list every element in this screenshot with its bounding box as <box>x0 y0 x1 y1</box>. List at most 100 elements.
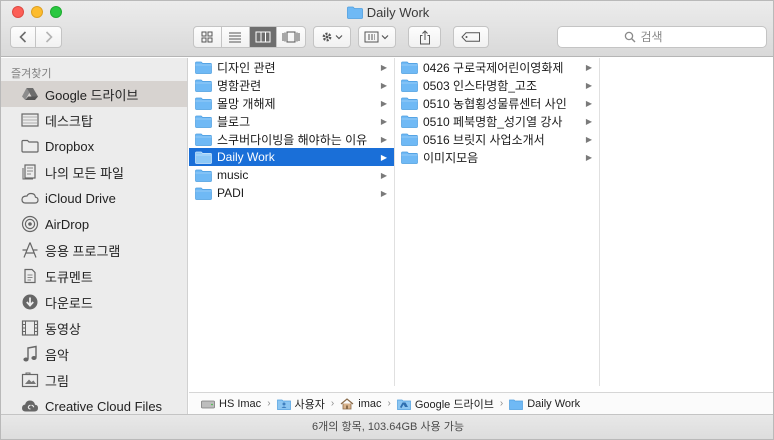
search-icon <box>624 31 635 43</box>
navigation-buttons <box>10 26 62 48</box>
arrange-icon <box>364 31 389 43</box>
item-name: 디자인 관련 <box>217 60 276 75</box>
folder-icon <box>20 137 40 155</box>
path-segment-users[interactable]: 사용자 <box>276 396 325 412</box>
list-item[interactable]: 스쿠버다이빙을 해야하는 이유 ▶ <box>189 130 394 148</box>
list-item[interactable]: 이미지모음 ▶ <box>395 148 599 166</box>
cover-flow-button[interactable] <box>277 27 305 47</box>
icon-view-icon <box>201 31 213 43</box>
folder-icon <box>195 97 212 110</box>
path-segment-label: 사용자 <box>294 398 325 411</box>
disclosure-arrow-icon: ▶ <box>585 152 593 162</box>
google-drive-icon <box>396 399 411 410</box>
sidebar-item-airdrop[interactable]: AirDrop <box>1 211 187 237</box>
airdrop-icon <box>20 215 40 233</box>
sidebar-item-label: 다운로드 <box>45 295 93 311</box>
home-icon <box>340 397 354 409</box>
list-item[interactable]: 0503 인스타명함_고조 ▶ <box>395 76 599 94</box>
list-item-selected[interactable]: Daily Work ▶ <box>189 148 394 166</box>
disclosure-arrow-icon: ▶ <box>380 170 388 180</box>
chevron-right-icon: › <box>330 398 335 409</box>
finder-window: Daily Work 검색 즐겨찾기 Google 드라이브 데스크탑 Drop… <box>0 0 774 440</box>
item-name: Daily Work <box>217 150 275 164</box>
column-view-button[interactable] <box>249 27 278 47</box>
list-item[interactable]: 0516 브릿지 사업소개서 ▶ <box>395 130 599 148</box>
all-files-icon <box>20 163 40 181</box>
item-name: 몰망 개해제 <box>217 96 276 111</box>
window-title: Daily Work <box>1 5 773 20</box>
icon-view-button[interactable] <box>194 27 222 47</box>
list-item[interactable]: 0510 페북명함_성기열 강사 ▶ <box>395 112 599 130</box>
forward-button[interactable] <box>36 27 61 47</box>
disclosure-arrow-icon: ▶ <box>585 116 593 126</box>
folder-icon <box>401 97 418 110</box>
titlebar: Daily Work <box>1 1 773 57</box>
path-segment-hs-imac[interactable]: HS Imac <box>201 398 261 410</box>
list-item[interactable]: 몰망 개해제 ▶ <box>189 94 394 112</box>
list-item[interactable]: 0510 농협횡성물류센터 사인 ▶ <box>395 94 599 112</box>
cloud-icon <box>20 189 40 207</box>
folder-icon <box>509 399 524 410</box>
sidebar-heading-favorites: 즐겨찾기 <box>11 68 52 80</box>
list-item[interactable]: 블로그 ▶ <box>189 112 394 130</box>
window-title-text: Daily Work <box>366 5 430 20</box>
action-menu-button[interactable] <box>313 26 351 48</box>
folder-icon <box>346 6 363 19</box>
search-field[interactable] <box>557 26 767 48</box>
folder-icon <box>401 115 418 128</box>
sidebar-item-desktop[interactable]: 데스크탑 <box>1 107 187 133</box>
sidebar-item-dropbox[interactable]: Dropbox <box>1 133 187 159</box>
browser-column-3[interactable] <box>600 58 773 386</box>
sidebar-item-movies[interactable]: 동영상 <box>1 315 187 341</box>
share-button[interactable] <box>408 26 441 48</box>
path-segment-google-drive[interactable]: Google 드라이브 <box>396 396 494 412</box>
sidebar-item-icloud-drive[interactable]: iCloud Drive <box>1 185 187 211</box>
creative-cloud-icon <box>20 397 40 415</box>
disclosure-arrow-icon: ▶ <box>380 116 388 126</box>
sidebar-item-label: AirDrop <box>45 216 90 232</box>
list-item[interactable]: 명함관련 ▶ <box>189 76 394 94</box>
folder-icon <box>401 79 418 92</box>
back-button[interactable] <box>11 27 36 47</box>
sidebar-item-all-my-files[interactable]: 나의 모든 파일 <box>1 159 187 185</box>
sidebar: 즐겨찾기 Google 드라이브 데스크탑 Dropbox 나의 모든 파일 i <box>1 58 188 415</box>
path-bar: HS Imac › 사용자 › imac › Google 드라이브 › Dai… <box>189 392 773 414</box>
google-drive-icon <box>20 85 40 103</box>
folder-icon <box>195 115 212 128</box>
list-view-button[interactable] <box>222 27 250 47</box>
chevron-right-icon: › <box>499 398 504 409</box>
list-item[interactable]: music ▶ <box>189 166 394 184</box>
list-item[interactable]: PADI ▶ <box>189 184 394 202</box>
sidebar-item-documents[interactable]: 도큐멘트 <box>1 263 187 289</box>
folder-icon <box>195 151 212 164</box>
folder-icon <box>401 61 418 74</box>
sidebar-item-google-drive[interactable]: Google 드라이브 <box>1 81 187 107</box>
sidebar-item-downloads[interactable]: 다운로드 <box>1 289 187 315</box>
list-item[interactable]: 디자인 관련 ▶ <box>189 58 394 76</box>
sidebar-item-label: 그림 <box>45 373 69 389</box>
list-item[interactable]: 0426 구로국제어린이영화제 ▶ <box>395 58 599 76</box>
sidebar-item-applications[interactable]: 응용 프로그램 <box>1 237 187 263</box>
sidebar-item-creative-cloud-files[interactable]: Creative Cloud Files <box>1 393 187 415</box>
applications-icon <box>20 241 40 259</box>
tags-button[interactable] <box>453 26 489 48</box>
chevron-right-icon: › <box>267 398 271 409</box>
sidebar-item-label: Creative Cloud Files <box>45 398 163 414</box>
music-icon <box>20 345 40 363</box>
sidebar-item-label: 나의 모든 파일 <box>45 165 124 181</box>
folder-icon <box>195 187 212 200</box>
search-input[interactable] <box>640 30 701 44</box>
tag-icon <box>461 32 480 42</box>
chevron-right-icon <box>45 31 53 43</box>
list-view-icon <box>229 32 242 43</box>
path-segment-imac[interactable]: imac <box>340 398 381 410</box>
path-segment-daily-work[interactable]: Daily Work <box>509 398 580 410</box>
folder-icon <box>195 79 212 92</box>
arrange-menu-button[interactable] <box>358 26 396 48</box>
sidebar-item-pictures[interactable]: 그림 <box>1 367 187 393</box>
sidebar-item-music[interactable]: 음악 <box>1 341 187 367</box>
sidebar-item-label: Dropbox <box>45 138 95 154</box>
item-name: 0516 브릿지 사업소개서 <box>423 132 545 147</box>
folder-icon <box>195 61 212 74</box>
folder-icon <box>401 133 418 146</box>
